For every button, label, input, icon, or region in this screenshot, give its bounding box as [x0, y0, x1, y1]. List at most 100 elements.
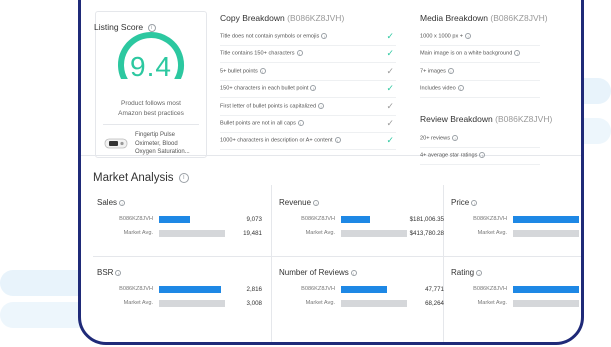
check-icon: ✓	[386, 31, 394, 41]
info-icon[interactable]: i	[447, 67, 454, 74]
metric-title: Sales i	[97, 198, 126, 207]
metric-title-text: Number of Reviews	[279, 268, 349, 277]
breakdown-row-text: 20+ reviews	[420, 135, 451, 142]
breakdown-row-label: Bullet points are not in all caps i	[220, 120, 304, 126]
metric-avg-value: 68,264	[425, 300, 444, 307]
breakdown-row-label: 1000+ characters in description or A+ co…	[220, 137, 341, 144]
breakdown-row-text: 7+ images	[420, 68, 446, 75]
metric-asin-value: 9,073	[246, 216, 262, 223]
listing-score-value: 9.4	[130, 51, 172, 82]
metric-title: BSR i	[97, 268, 122, 277]
check-icon: ✓	[386, 48, 394, 59]
breakdown-row-label: 5+ bullet points i	[220, 67, 266, 74]
info-icon[interactable]: i	[471, 199, 478, 206]
info-icon[interactable]: i	[297, 120, 304, 126]
section-asin: (B086KZ8JVH)	[287, 13, 345, 23]
product-name-line: Fingertip Pulse	[135, 132, 176, 138]
info-icon[interactable]: i	[350, 269, 357, 276]
info-icon[interactable]: i	[296, 50, 303, 57]
breakdown-row: 20+ reviews i	[420, 131, 540, 148]
score-note-line: Amazon best practices	[118, 110, 184, 117]
info-icon[interactable]: i	[313, 199, 320, 206]
section-title-text: Media Breakdown	[420, 13, 489, 23]
metric-avg-bar	[513, 300, 579, 307]
metric-asin-value: 2,816	[246, 286, 262, 293]
breakdown-row: 150+ characters in each bullet point i ✓	[220, 81, 396, 99]
breakdown-row: 1000+ characters in description or A+ co…	[220, 133, 396, 151]
metric-asin-label: B086KZ8JVH	[301, 286, 335, 292]
check-icon: ✓	[386, 135, 394, 146]
breakdown-row: Includes video i	[420, 81, 540, 99]
metric-asin-value: 47,771	[425, 286, 444, 293]
metric-title: Price i	[451, 198, 478, 207]
breakdown-row: Title does not contain symbols or emojis…	[220, 29, 396, 46]
metric-avg-bar	[159, 300, 225, 307]
breakdown-row-text: Bullet points are not in all caps	[220, 120, 296, 127]
metric-avg-label: Market Avg.	[123, 230, 153, 236]
metric-avg-label: Market Avg.	[477, 300, 507, 306]
metric-asin-label: B086KZ8JVH	[119, 216, 153, 222]
section-title-text: Review Breakdown	[420, 114, 493, 124]
metric-title-text: BSR	[97, 268, 114, 277]
info-icon[interactable]: i	[479, 152, 486, 158]
info-icon[interactable]: i	[476, 269, 483, 276]
divider	[103, 124, 199, 125]
breakdown-row-label: 150+ characters in each bullet point i	[220, 85, 317, 92]
info-icon[interactable]: i	[465, 33, 472, 39]
metric-asin-label: B086KZ8JVH	[473, 286, 507, 292]
breakdown-row-text: 4+ average star ratings	[420, 152, 478, 159]
metric-title: Revenue i	[279, 198, 320, 207]
info-icon[interactable]: i	[321, 33, 328, 39]
metric-avg-value: $413,780.28	[409, 230, 444, 237]
breakdown-row-text: Main image is on a white background	[420, 50, 513, 57]
metric-asin-bar	[341, 216, 370, 223]
info-icon[interactable]: i	[178, 172, 189, 183]
metric-asin-label: B086KZ8JVH	[301, 216, 335, 222]
info-icon[interactable]: i	[259, 67, 266, 74]
metric-avg-label: Market Avg.	[305, 300, 335, 306]
product-thumbnail[interactable]	[104, 136, 130, 150]
breakdown-row-label: 1000 x 1000 px + i	[420, 33, 472, 40]
metric-asin-bar	[513, 286, 579, 293]
info-icon[interactable]: i	[119, 199, 126, 206]
breakdown-row-text: 1000+ characters in description or A+ co…	[220, 137, 333, 144]
info-icon[interactable]: i	[457, 85, 464, 92]
grid-divider	[93, 256, 581, 257]
info-icon[interactable]: i	[514, 50, 521, 57]
breakdown-row-text: First letter of bullet points is capital…	[220, 103, 317, 110]
metric-avg-bar	[159, 230, 225, 237]
media-breakdown-title: Media Breakdown (B086KZ8JVH)	[420, 13, 548, 23]
metric-avg-bar	[513, 230, 579, 237]
breakdown-row: Bullet points are not in all caps i ✓	[220, 116, 396, 133]
device-frame: Listing Score i 9.4 Product follows most…	[78, 0, 584, 345]
breakdown-row-text: Title contains 150+ characters	[220, 50, 295, 57]
breakdown-row-label: Includes video i	[420, 85, 464, 92]
metric-avg-value: 3,008	[246, 300, 262, 307]
score-note-line: Product follows most	[121, 100, 181, 107]
breakdown-row: First letter of bullet points is capital…	[220, 99, 396, 116]
metric-asin-label: B086KZ8JVH	[119, 286, 153, 292]
dashboard-screen: Listing Score i 9.4 Product follows most…	[81, 0, 581, 342]
breakdown-row-label: 4+ average star ratings i	[420, 152, 486, 159]
info-icon[interactable]: i	[115, 269, 122, 276]
grid-divider	[443, 185, 444, 342]
check-icon: ✓	[386, 118, 394, 128]
info-icon[interactable]: i	[310, 85, 317, 92]
product-name[interactable]: Fingertip Pulse Oximeter, Blood Oxygen S…	[135, 131, 201, 157]
check-icon: ✓	[386, 65, 394, 76]
breakdown-row: 5+ bullet points i ✓	[220, 64, 396, 81]
check-icon: ✓	[386, 83, 394, 94]
info-icon[interactable]: i	[334, 137, 341, 144]
breakdown-row: Title contains 150+ characters i ✓	[220, 46, 396, 64]
breakdown-row-label: 7+ images i	[420, 67, 454, 75]
info-icon[interactable]: i	[318, 102, 325, 109]
breakdown-row: 7+ images i	[420, 64, 540, 81]
product-name-line: Oximeter, Blood	[135, 140, 178, 147]
metric-asin-value: $181,006.35	[409, 216, 444, 223]
breakdown-row-text: Includes video	[420, 85, 456, 92]
info-icon[interactable]: i	[452, 135, 459, 141]
metric-title-text: Sales	[97, 198, 118, 207]
breakdown-row: Main image is on a white background i	[420, 46, 540, 64]
breakdown-row-text: 1000 x 1000 px +	[420, 33, 464, 40]
metric-asin-bar	[341, 286, 387, 293]
